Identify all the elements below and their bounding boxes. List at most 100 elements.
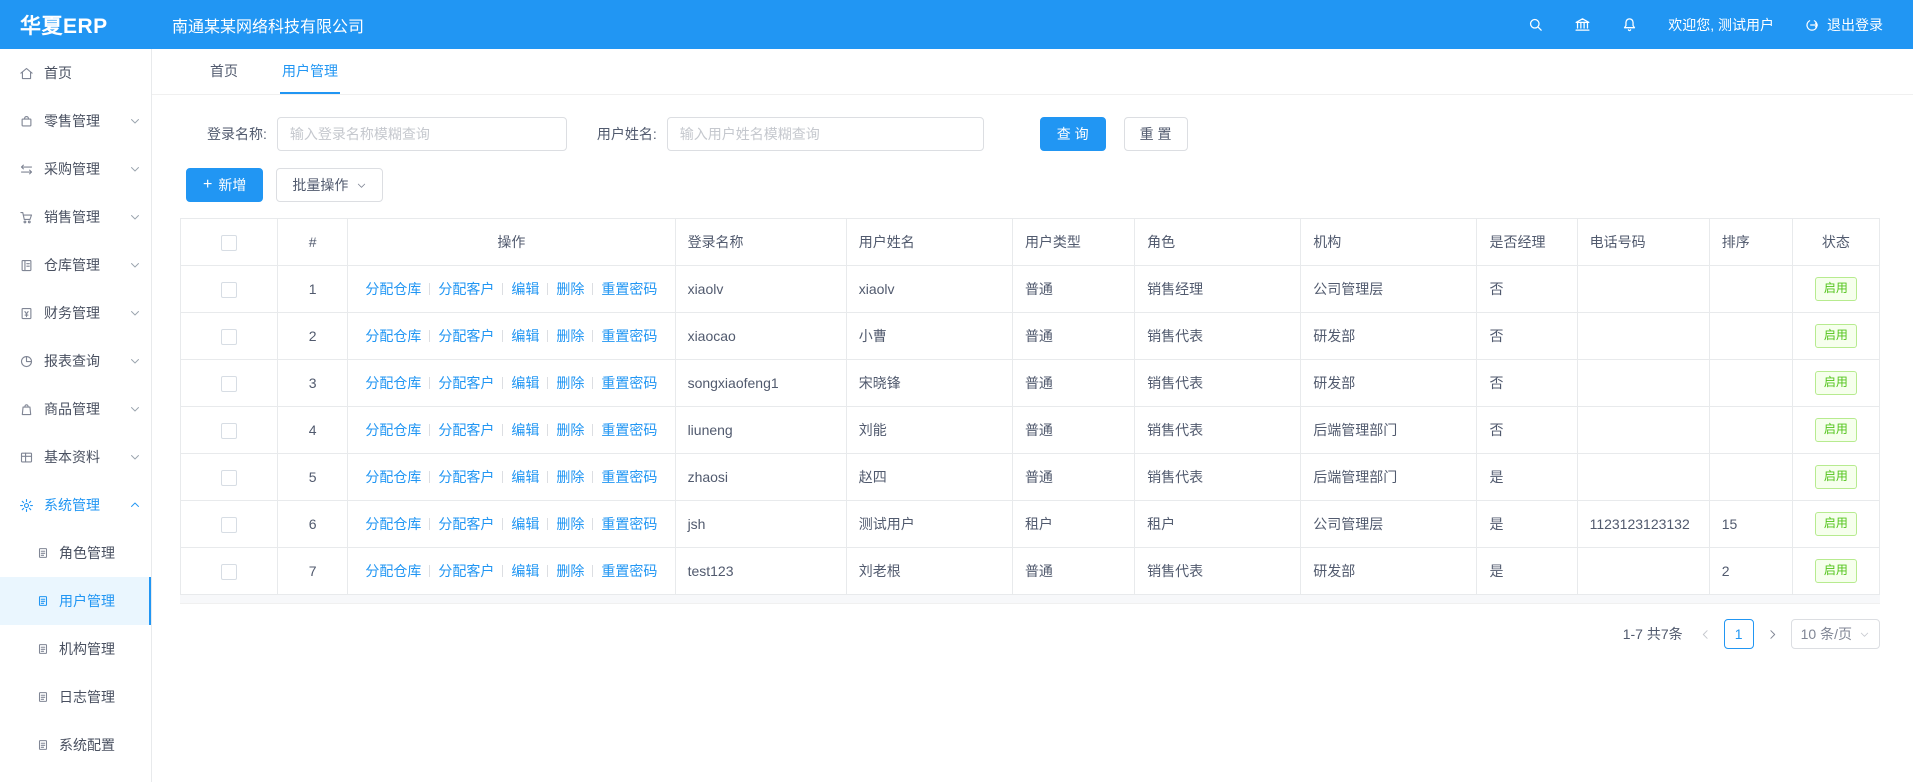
row-action-link[interactable]: 分配仓库 <box>365 328 421 344</box>
row-action-link[interactable]: 编辑 <box>511 563 539 579</box>
row-action-link[interactable]: 重置密码 <box>601 422 657 438</box>
sidebar-subitem[interactable]: 日志管理 <box>0 673 151 721</box>
sidebar-item[interactable]: 系统管理 <box>0 481 151 529</box>
row-action-link[interactable]: 分配客户 <box>438 563 494 579</box>
action-divider <box>592 330 593 342</box>
sidebar-item-label: 基本资料 <box>44 447 119 467</box>
cell-role: 销售代表 <box>1135 454 1301 501</box>
row-action-link[interactable]: 分配仓库 <box>365 516 421 532</box>
row-checkbox[interactable] <box>221 423 237 439</box>
cell-sort <box>1709 454 1792 501</box>
sidebar-item[interactable]: 财务管理 <box>0 289 151 337</box>
row-action-link[interactable]: 编辑 <box>511 375 539 391</box>
row-action-link[interactable]: 删除 <box>556 375 584 391</box>
reset-button[interactable]: 重 置 <box>1124 117 1188 151</box>
row-action-link[interactable]: 删除 <box>556 469 584 485</box>
row-action-link[interactable]: 分配客户 <box>438 281 494 297</box>
row-action-link[interactable]: 删除 <box>556 328 584 344</box>
select-all-checkbox[interactable] <box>221 235 237 251</box>
search-button[interactable]: 查 询 <box>1040 117 1106 151</box>
row-action-link[interactable]: 分配仓库 <box>365 281 421 297</box>
row-checkbox[interactable] <box>221 517 237 533</box>
finance-icon <box>19 306 34 321</box>
row-checkbox[interactable] <box>221 470 237 486</box>
cell-phone <box>1577 313 1709 360</box>
sidebar-item[interactable]: 基本资料 <box>0 433 151 481</box>
bank-icon[interactable] <box>1574 16 1591 33</box>
action-divider <box>547 471 548 483</box>
row-action-link[interactable]: 重置密码 <box>601 281 657 297</box>
user-name-input[interactable] <box>667 117 984 151</box>
cell-manager: 否 <box>1477 407 1577 454</box>
next-page-button[interactable] <box>1766 628 1779 641</box>
sidebar: 首页零售管理采购管理销售管理仓库管理财务管理报表查询商品管理基本资料系统管理角色… <box>0 49 152 782</box>
system-icon <box>19 498 34 513</box>
row-action-link[interactable]: 重置密码 <box>601 328 657 344</box>
row-checkbox[interactable] <box>221 282 237 298</box>
cell-phone <box>1577 407 1709 454</box>
row-action-link[interactable]: 删除 <box>556 516 584 532</box>
row-action-link[interactable]: 重置密码 <box>601 516 657 532</box>
search-icon[interactable] <box>1527 16 1544 33</box>
bell-icon[interactable] <box>1621 16 1638 33</box>
row-checkbox[interactable] <box>221 564 237 580</box>
sidebar-item[interactable]: 零售管理 <box>0 97 151 145</box>
row-action-link[interactable]: 编辑 <box>511 328 539 344</box>
cell-index: 5 <box>278 454 348 501</box>
cell-phone <box>1577 266 1709 313</box>
row-action-link[interactable]: 重置密码 <box>601 375 657 391</box>
row-action-link[interactable]: 重置密码 <box>601 563 657 579</box>
column-header: 用户姓名 <box>846 219 1012 266</box>
row-action-link[interactable]: 删除 <box>556 563 584 579</box>
row-checkbox[interactable] <box>221 376 237 392</box>
filter-row: 登录名称: 用户姓名: 查 询 重 置 <box>207 117 1880 151</box>
table-row: 6分配仓库分配客户编辑删除重置密码jsh测试用户租户租户公司管理层是112312… <box>181 501 1880 548</box>
sidebar-subitem[interactable]: 角色管理 <box>0 529 151 577</box>
prev-page-button[interactable] <box>1699 628 1712 641</box>
row-checkbox[interactable] <box>221 329 237 345</box>
sidebar-subitem[interactable]: 用户管理 <box>0 577 151 625</box>
add-button[interactable]: + 新增 <box>186 168 263 202</box>
goods-icon <box>19 402 34 417</box>
row-action-link[interactable]: 分配仓库 <box>365 375 421 391</box>
sidebar-item[interactable]: 仓库管理 <box>0 241 151 289</box>
action-divider <box>592 471 593 483</box>
cell-name: 赵四 <box>846 454 1012 501</box>
row-action-link[interactable]: 分配客户 <box>438 516 494 532</box>
row-action-link[interactable]: 重置密码 <box>601 469 657 485</box>
current-page-button[interactable]: 1 <box>1724 619 1754 649</box>
cell-type: 普通 <box>1012 454 1134 501</box>
sidebar-item[interactable]: 报表查询 <box>0 337 151 385</box>
page-size-select[interactable]: 10 条/页 <box>1791 619 1880 649</box>
logout-button[interactable]: 退出登录 <box>1804 15 1883 35</box>
row-action-link[interactable]: 编辑 <box>511 281 539 297</box>
row-action-link[interactable]: 分配客户 <box>438 328 494 344</box>
row-action-link[interactable]: 编辑 <box>511 516 539 532</box>
row-action-link[interactable]: 分配客户 <box>438 422 494 438</box>
sidebar-item[interactable]: 商品管理 <box>0 385 151 433</box>
table-scroll-strip[interactable] <box>180 595 1880 604</box>
action-divider <box>429 471 430 483</box>
row-action-link[interactable]: 编辑 <box>511 469 539 485</box>
doc-icon <box>36 738 50 752</box>
sidebar-item-label: 采购管理 <box>44 159 119 179</box>
sidebar-item[interactable]: 采购管理 <box>0 145 151 193</box>
column-header: 电话号码 <box>1577 219 1709 266</box>
row-action-link[interactable]: 分配仓库 <box>365 422 421 438</box>
login-name-input[interactable] <box>277 117 567 151</box>
row-action-link[interactable]: 分配仓库 <box>365 563 421 579</box>
table-row: 4分配仓库分配客户编辑删除重置密码liuneng刘能普通销售代表后端管理部门否启… <box>181 407 1880 454</box>
batch-actions-button[interactable]: 批量操作 <box>276 168 383 202</box>
row-action-link[interactable]: 编辑 <box>511 422 539 438</box>
tab[interactable]: 首页 <box>208 49 240 94</box>
row-action-link[interactable]: 删除 <box>556 281 584 297</box>
sidebar-subitem[interactable]: 机构管理 <box>0 625 151 673</box>
sidebar-subitem[interactable]: 系统配置 <box>0 721 151 769</box>
sidebar-item[interactable]: 首页 <box>0 49 151 97</box>
row-action-link[interactable]: 分配仓库 <box>365 469 421 485</box>
tab[interactable]: 用户管理 <box>280 49 340 94</box>
row-action-link[interactable]: 分配客户 <box>438 375 494 391</box>
row-action-link[interactable]: 分配客户 <box>438 469 494 485</box>
row-action-link[interactable]: 删除 <box>556 422 584 438</box>
sidebar-item[interactable]: 销售管理 <box>0 193 151 241</box>
